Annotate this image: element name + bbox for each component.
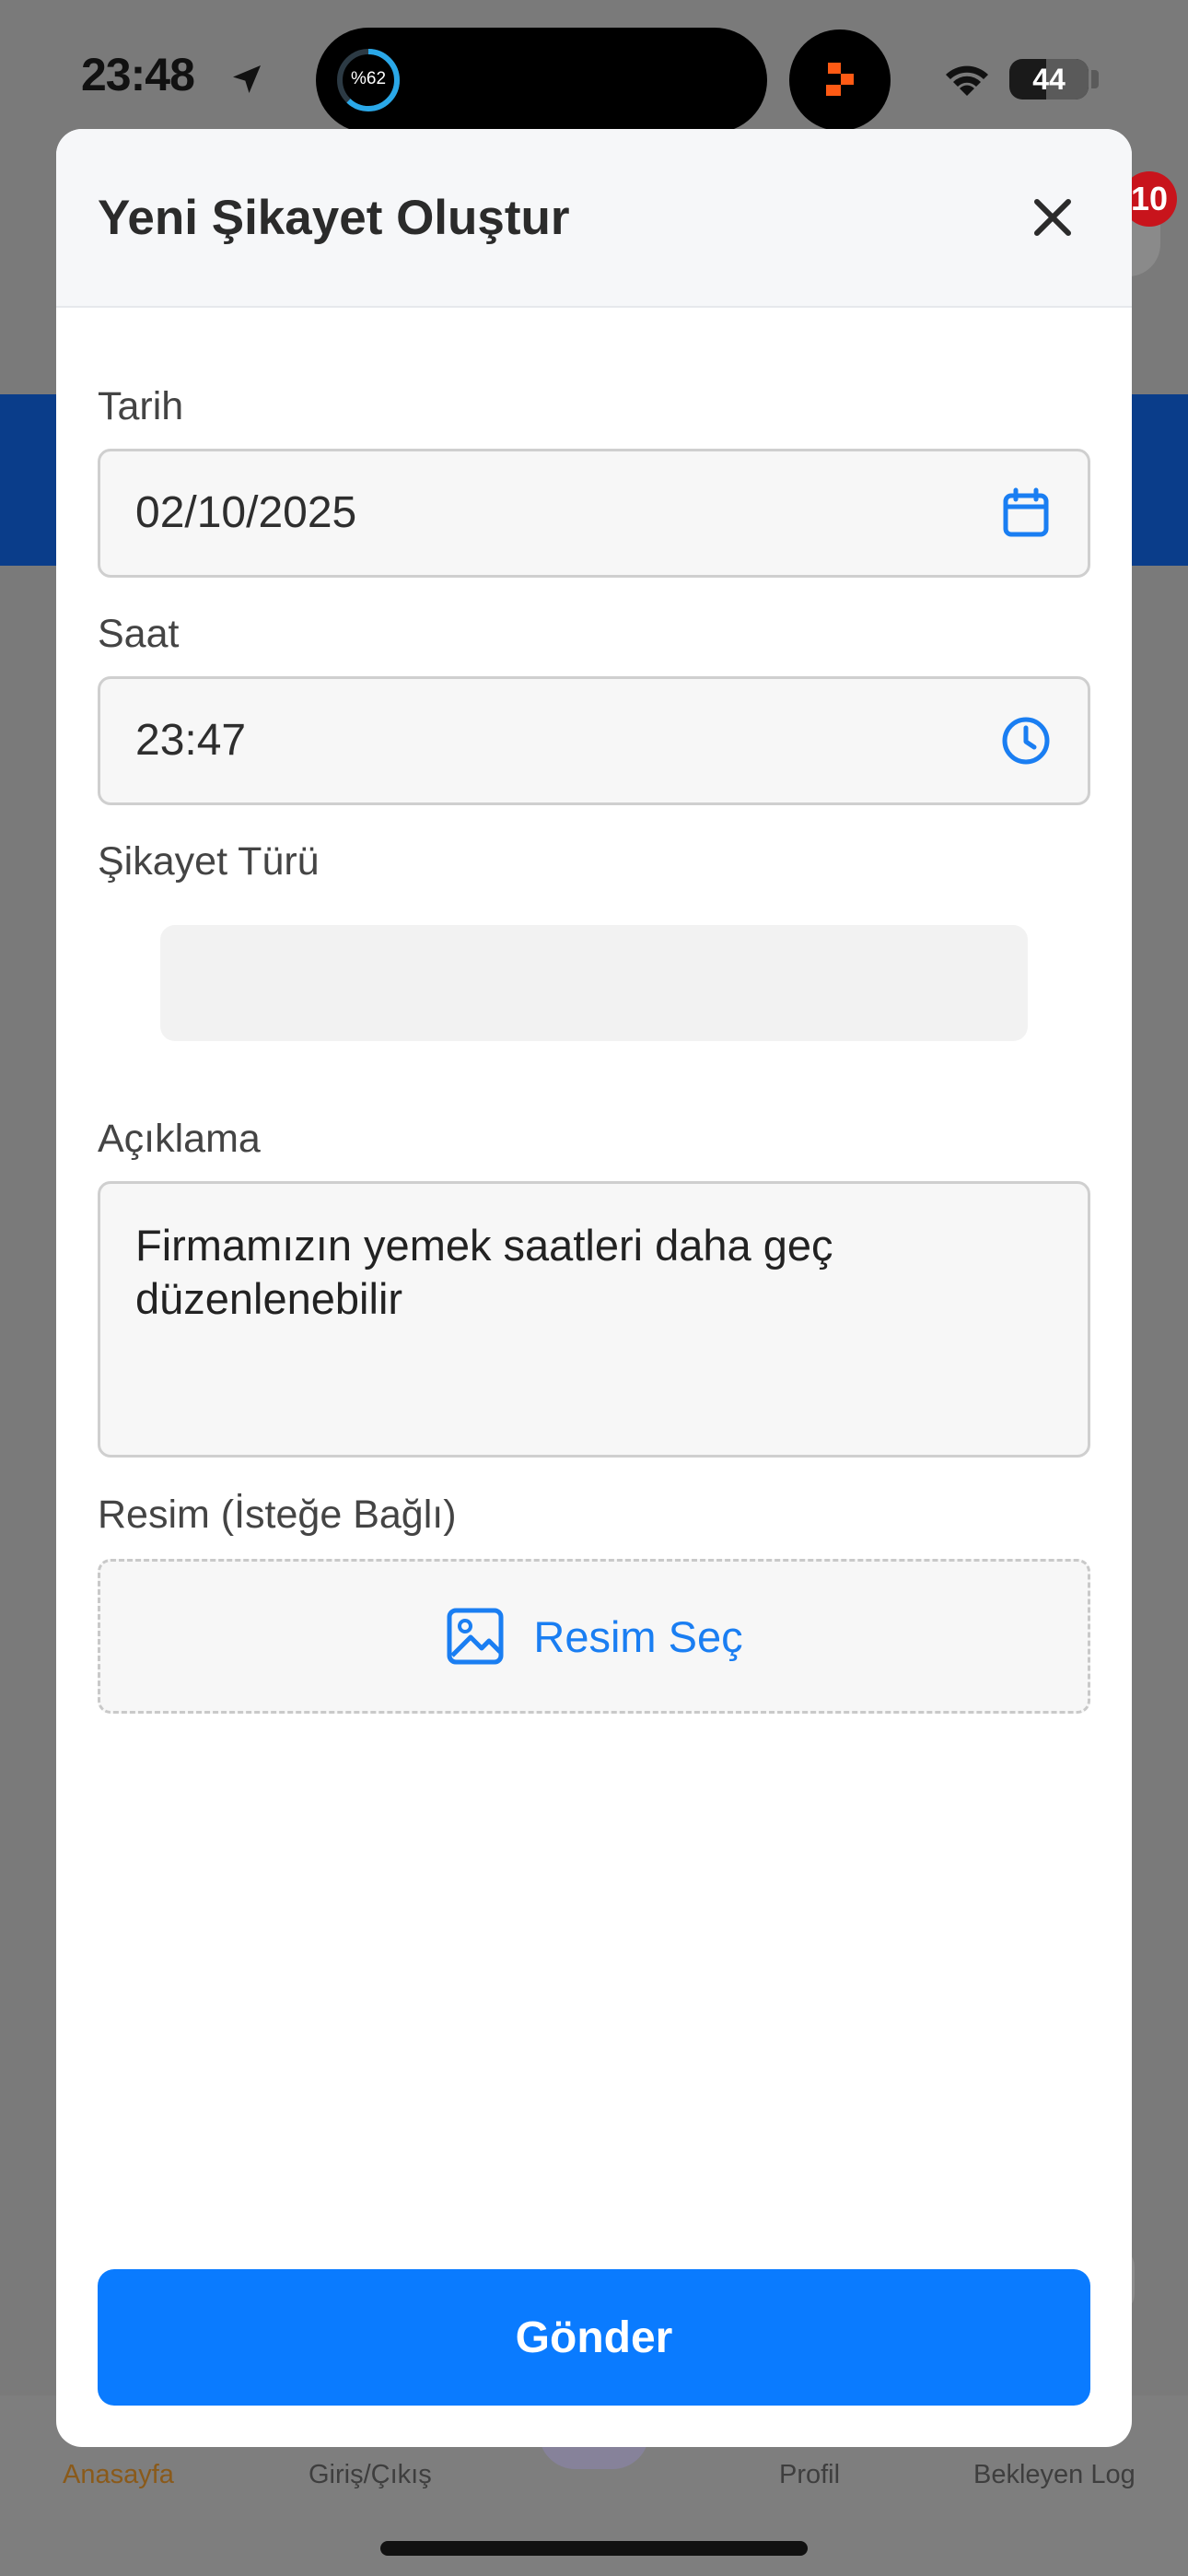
- date-field[interactable]: 02/10/2025: [98, 449, 1090, 578]
- tab-check-in-out: Giriş/Çıkış: [309, 2460, 432, 2489]
- dynamic-island: %62: [316, 28, 767, 133]
- activity-percent: %62: [350, 69, 387, 88]
- battery-tip: [1091, 70, 1099, 88]
- calendar-icon[interactable]: [999, 486, 1053, 540]
- time-label: Saat: [98, 612, 180, 656]
- select-image-button[interactable]: Resim Seç: [98, 1559, 1090, 1714]
- description-textarea[interactable]: Firmamızın yemek saatleri daha geç düzen…: [98, 1181, 1090, 1458]
- close-button[interactable]: [1025, 190, 1080, 245]
- tab-profile: Profil: [779, 2460, 841, 2489]
- date-value: 02/10/2025: [135, 488, 357, 537]
- battery-level: 44: [1032, 63, 1066, 96]
- app-activity-indicator: [789, 29, 891, 131]
- close-icon: [1034, 199, 1071, 236]
- submit-button[interactable]: Gönder: [98, 2269, 1090, 2406]
- time-field[interactable]: 23:47: [98, 676, 1090, 805]
- tab-home: Anasayfa: [63, 2460, 174, 2489]
- status-time: 23:48: [81, 49, 195, 100]
- complaint-type-label: Şikayet Türü: [98, 839, 320, 884]
- wifi-icon: [946, 65, 988, 96]
- tab-pending-log: Bekleyen Log: [973, 2460, 1136, 2489]
- modal-title: Yeni Şikayet Oluştur: [98, 191, 570, 245]
- description-label: Açıklama: [98, 1117, 261, 1161]
- complaint-type-select[interactable]: [160, 925, 1028, 1041]
- complaint-modal: Yeni Şikayet Oluştur Tarih 02/10/2025 Sa…: [56, 129, 1132, 2447]
- modal-header: Yeni Şikayet Oluştur: [56, 129, 1132, 308]
- date-label: Tarih: [98, 384, 184, 428]
- select-image-label: Resim Seç: [533, 1611, 743, 1661]
- clock-icon[interactable]: [999, 714, 1053, 767]
- battery-indicator: 44: [1009, 59, 1089, 100]
- location-arrow-icon: [233, 65, 261, 93]
- image-icon: [447, 1608, 504, 1665]
- image-label: Resim (İsteğe Bağlı): [98, 1493, 457, 1537]
- time-value: 23:47: [135, 716, 247, 765]
- app-logo-icon: [826, 63, 854, 96]
- home-indicator: [380, 2541, 808, 2556]
